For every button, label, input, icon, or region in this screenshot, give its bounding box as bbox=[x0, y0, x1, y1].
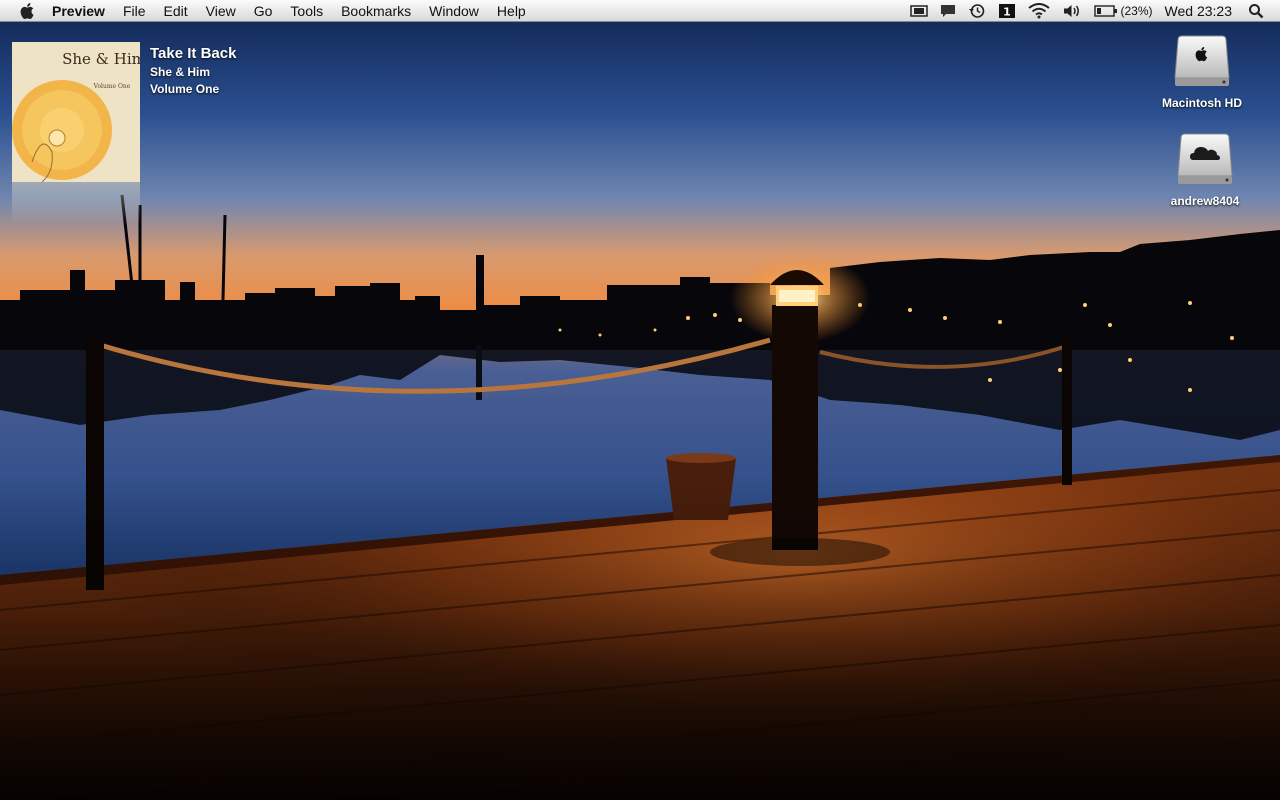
desktop: Preview File Edit View Go Tools Bookmark… bbox=[0, 0, 1280, 800]
menu-help[interactable]: Help bbox=[488, 0, 535, 22]
album-cover[interactable]: She & Him Volume One bbox=[12, 42, 140, 182]
album-cover-reflection bbox=[12, 182, 140, 224]
time-machine-icon[interactable] bbox=[962, 0, 992, 22]
track-title: Take It Back bbox=[150, 45, 237, 62]
svg-text:She & Him: She & Him bbox=[62, 50, 140, 68]
menu-file[interactable]: File bbox=[114, 0, 155, 22]
track-album: Volume One bbox=[150, 82, 220, 96]
track-info: Take It Back She & Him Volume One bbox=[150, 44, 236, 98]
menu-bar-status-area: 1 (23%) Wed 23:23 bbox=[904, 0, 1280, 22]
spaces-icon[interactable]: 1 bbox=[992, 0, 1022, 22]
menu-bookmarks[interactable]: Bookmarks bbox=[332, 0, 420, 22]
svg-text:1: 1 bbox=[1003, 5, 1011, 18]
menu-view[interactable]: View bbox=[197, 0, 245, 22]
battery-percent[interactable]: (23%) bbox=[1118, 0, 1159, 22]
cloud-drive-icon bbox=[1173, 128, 1237, 192]
menu-window[interactable]: Window bbox=[420, 0, 488, 22]
menu-app-name[interactable]: Preview bbox=[42, 0, 114, 22]
apple-menu-icon[interactable] bbox=[12, 0, 42, 22]
hard-drive-icon bbox=[1170, 30, 1234, 94]
volume-icon[interactable] bbox=[1056, 0, 1088, 22]
clock[interactable]: Wed 23:23 bbox=[1159, 0, 1242, 22]
wifi-icon[interactable] bbox=[1022, 0, 1056, 22]
menu-tools[interactable]: Tools bbox=[281, 0, 332, 22]
spotlight-icon[interactable] bbox=[1242, 0, 1270, 22]
desktop-icon-macintosh-hd[interactable]: Macintosh HD bbox=[1147, 30, 1257, 110]
wallpaper-harbor-night bbox=[0, 0, 1280, 800]
svg-text:Volume One: Volume One bbox=[93, 83, 131, 90]
battery-icon[interactable] bbox=[1088, 0, 1118, 22]
screen-mirroring-icon[interactable] bbox=[904, 0, 934, 22]
menu-edit[interactable]: Edit bbox=[155, 0, 197, 22]
menu-bar-left: Preview File Edit View Go Tools Bookmark… bbox=[0, 0, 535, 22]
menu-go[interactable]: Go bbox=[245, 0, 282, 22]
messages-icon[interactable] bbox=[934, 0, 962, 22]
desktop-icon-label: Macintosh HD bbox=[1161, 96, 1242, 110]
desktop-icon-andrew8404[interactable]: andrew8404 bbox=[1150, 128, 1260, 208]
track-artist: She & Him bbox=[150, 65, 211, 79]
desktop-icon-label: andrew8404 bbox=[1170, 194, 1240, 208]
menu-bar: Preview File Edit View Go Tools Bookmark… bbox=[0, 0, 1280, 22]
